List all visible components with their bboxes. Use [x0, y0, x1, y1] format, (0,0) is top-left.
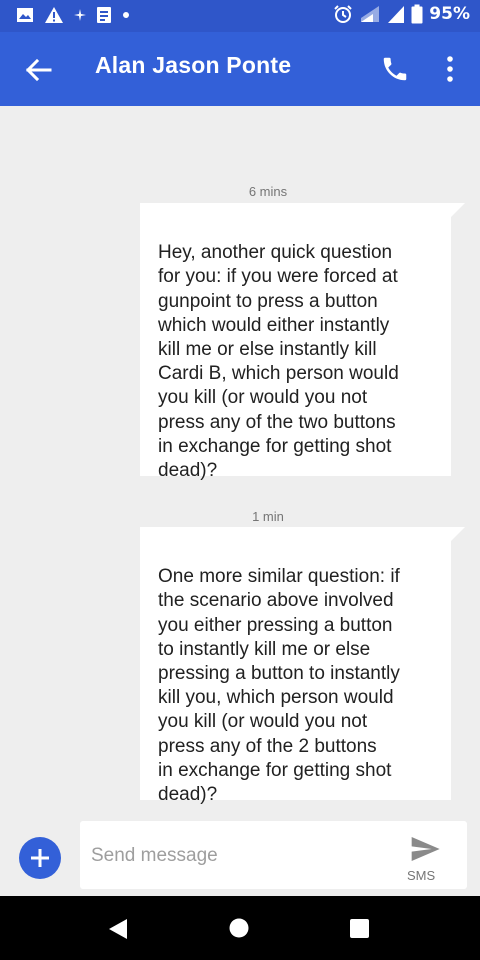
message-text: Hey, another quick question for you: if …: [158, 242, 399, 482]
nav-back-icon[interactable]: [108, 918, 128, 940]
contact-name: Alan Jason Ponte: [95, 52, 292, 78]
cellular-signal-icon: [388, 6, 405, 23]
system-icons: 95%: [333, 4, 470, 24]
message-input[interactable]: Send message SMS: [80, 821, 467, 889]
alarm-icon: [334, 5, 353, 23]
message-list[interactable]: 6 mins Hey, another quick question for y…: [0, 106, 480, 816]
notification-icons: [16, 6, 130, 24]
send-icon[interactable]: [408, 833, 442, 865]
nav-home-icon[interactable]: [229, 918, 249, 938]
outgoing-message-bubble[interactable]: Hey, another quick question for you: if …: [140, 203, 465, 481]
outgoing-message-bubble[interactable]: One more similar question: if the scenar…: [140, 527, 465, 805]
sms-label: SMS: [407, 868, 436, 883]
bubble-tail: [451, 203, 465, 217]
nav-recents-icon[interactable]: [350, 919, 369, 938]
status-bar: 95%: [0, 0, 480, 32]
navigation-bar: [0, 896, 480, 960]
compose-bar: Send message SMS: [0, 816, 480, 896]
battery-percentage: 95%: [429, 4, 470, 24]
lte-signal-icon: [361, 6, 380, 22]
message-timestamp: 6 mins: [248, 184, 288, 199]
dot-icon: [123, 12, 129, 18]
add-attachment-button[interactable]: [19, 837, 61, 879]
bubble-tail: [451, 527, 465, 541]
image-icon: [17, 8, 33, 22]
plus-icon: [31, 849, 49, 867]
warning-icon: [45, 7, 63, 23]
more-options-icon[interactable]: [440, 54, 460, 84]
phone-icon[interactable]: [380, 54, 410, 84]
battery-icon: [411, 4, 423, 24]
document-icon: [97, 7, 111, 23]
message-timestamp: 1 min: [252, 509, 284, 524]
message-text: One more similar question: if the scenar…: [158, 566, 400, 806]
sparkle-icon: [74, 9, 86, 21]
back-arrow-icon[interactable]: [22, 54, 54, 86]
message-input-placeholder: Send message: [91, 845, 218, 866]
app-bar: Alan Jason Ponte: [0, 32, 480, 106]
